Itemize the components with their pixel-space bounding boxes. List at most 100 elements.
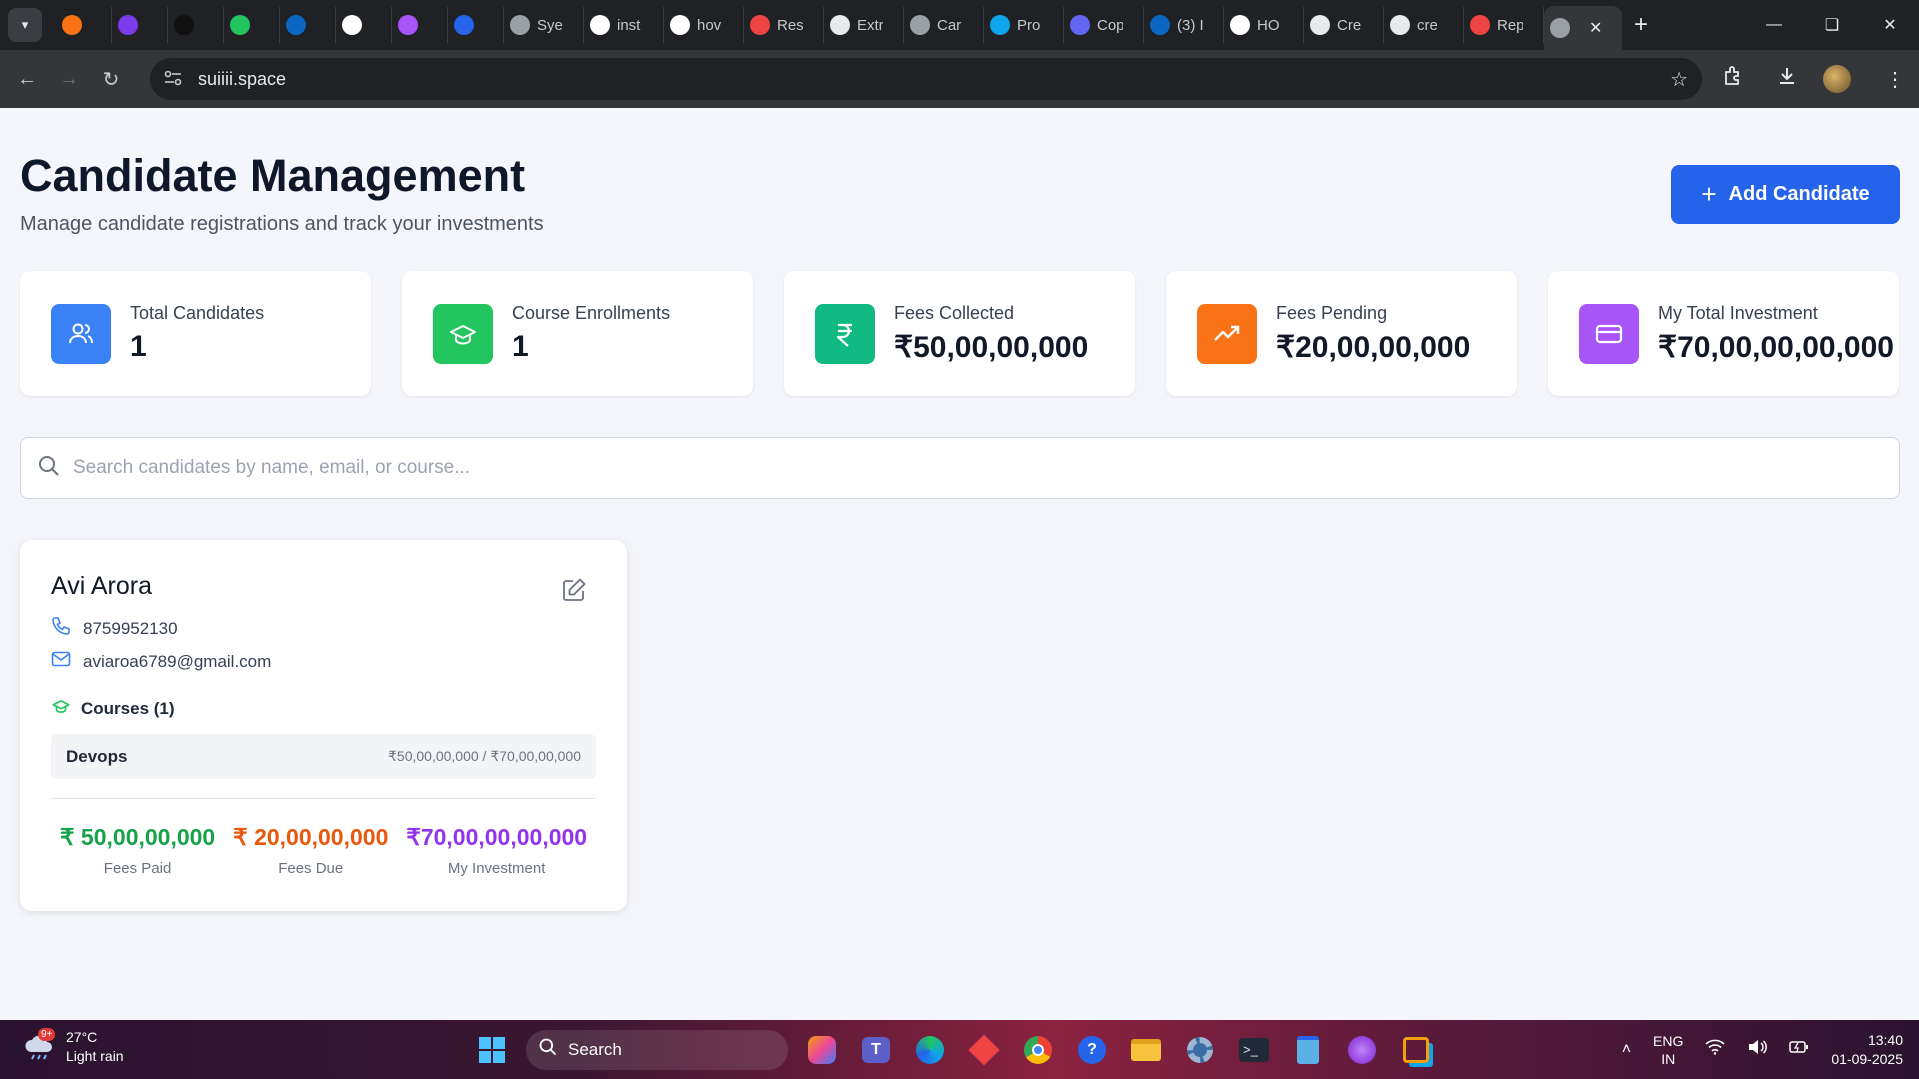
tab-search-dropdown[interactable]: ▾ (8, 8, 42, 42)
taskbar-apps: Search T ? >_ (472, 1020, 1436, 1079)
edit-icon[interactable] (561, 577, 587, 603)
browser-tab[interactable]: inst (584, 7, 664, 43)
browser-tab[interactable]: cre (1384, 7, 1464, 43)
site-info-icon[interactable] (164, 70, 188, 89)
fees-due-summary: ₹ 20,00,00,000 Fees Due (233, 824, 388, 877)
profile-avatar[interactable] (1823, 65, 1859, 93)
stat-value: 1 (130, 330, 147, 363)
browser-tab[interactable] (112, 7, 168, 43)
chevron-up-icon[interactable]: ˄ (1622, 1041, 1631, 1059)
volume-icon[interactable] (1747, 1039, 1768, 1060)
globe-icon (510, 15, 530, 35)
courses-heading-label: Courses (1) (81, 698, 175, 718)
google-icon (590, 15, 610, 35)
browser-tab[interactable]: Extr (824, 7, 904, 43)
system-tray: ˄ ENG IN 13:40 01-09-2025 (1622, 1020, 1903, 1079)
browser-tab[interactable]: Cop (1064, 7, 1144, 43)
file-explorer-icon[interactable] (1126, 1030, 1166, 1070)
browser-tab[interactable] (336, 7, 392, 43)
language-code: ENG (1653, 1032, 1684, 1049)
linkedin-icon (1150, 15, 1170, 35)
my-investment-amount: ₹70,00,00,00,000 (406, 824, 588, 850)
browser-tab[interactable]: HO (1224, 7, 1304, 43)
browser-tab[interactable]: Cre (1304, 7, 1384, 43)
weather-desc: Light rain (66, 1048, 124, 1064)
extensions-icon[interactable] (1715, 65, 1751, 93)
browser-tab[interactable]: Sye (504, 7, 584, 43)
browser-tab[interactable] (392, 7, 448, 43)
close-window-icon[interactable]: ✕ (1861, 0, 1919, 50)
purple-app-icon[interactable] (1342, 1030, 1382, 1070)
taskbar-search[interactable]: Search (526, 1029, 788, 1070)
bookmark-star-icon[interactable]: ☆ (1670, 67, 1688, 92)
stat-total-candidates: Total Candidates 1 (20, 271, 371, 396)
stat-value: 1 (512, 330, 529, 363)
plus-icon: + (1701, 179, 1717, 209)
windows-start-icon[interactable] (472, 1030, 512, 1070)
new-tab-button[interactable]: + (1634, 11, 1648, 39)
candidate-email: aviaroa6789@gmail.com (83, 651, 272, 671)
browser-tab[interactable]: Car (904, 7, 984, 43)
chrome-icon[interactable] (1018, 1030, 1058, 1070)
candidate-totals: ₹ 50,00,00,000 Fees Paid ₹ 20,00,00,000 … (51, 824, 596, 877)
teams-icon[interactable]: T (856, 1030, 896, 1070)
candidate-card[interactable]: Avi Arora 8759952130 aviaroa6789@gmail.c… (20, 540, 627, 911)
clock[interactable]: 13:40 01-09-2025 (1831, 1031, 1903, 1069)
my-investment-summary: ₹70,00,00,00,000 My Investment (406, 824, 587, 877)
linkedin-icon (286, 15, 306, 35)
browser-tab[interactable] (448, 7, 504, 43)
browser-tab[interactable]: Rep (1464, 7, 1544, 43)
browser-tab-title: Car (937, 16, 962, 34)
browser-tab-strip: ▾ Sye inst hov Res Extr Car Pro Cop (3) I HO Cre cr… (0, 0, 1919, 50)
weather-widget[interactable]: 9+ 27°C Light rain (22, 1028, 124, 1066)
browser-tab[interactable] (56, 7, 112, 43)
add-candidate-button[interactable]: + Add Candidate (1671, 165, 1900, 224)
notepad-icon[interactable] (1288, 1030, 1328, 1070)
graduation-cap-icon (433, 303, 493, 364)
virtual-machine-icon[interactable] (1396, 1030, 1436, 1070)
battery-icon[interactable] (1789, 1040, 1809, 1059)
weather-temp: 27°C (66, 1029, 98, 1045)
browser-tab-title: (3) I (1177, 16, 1203, 34)
restore-icon[interactable]: ❏ (1803, 0, 1861, 50)
add-candidate-label: Add Candidate (1728, 183, 1870, 205)
stat-total-investment: My Total Investment ₹70,00,00,00,000 (1548, 271, 1899, 396)
settings-icon[interactable] (1180, 1030, 1220, 1070)
stat-value: ₹20,00,00,000 (1276, 330, 1471, 364)
browser-tab[interactable]: (3) I (1144, 7, 1224, 43)
browser-tab-active[interactable]: ✕ (1544, 6, 1622, 50)
browser-tab-title: cre (1417, 16, 1438, 34)
info-icon (342, 15, 362, 35)
minimize-icon[interactable]: — (1745, 0, 1803, 50)
close-tab-icon[interactable]: ✕ (1589, 18, 1602, 38)
wifi-icon[interactable] (1705, 1039, 1725, 1060)
browser-tab[interactable] (224, 7, 280, 43)
help-icon[interactable]: ? (1072, 1030, 1112, 1070)
cre-icon (1310, 15, 1330, 35)
download-icon[interactable] (1769, 65, 1805, 93)
browser-tab-title: hov (697, 16, 722, 34)
browser-tab[interactable]: Res (744, 7, 824, 43)
copilot-icon[interactable] (802, 1030, 842, 1070)
address-bar[interactable]: suiiii.space ☆ (150, 58, 1702, 100)
openai-icon (830, 15, 850, 35)
stat-value: ₹70,00,00,00,000 (1658, 330, 1894, 364)
diamond-app-icon[interactable] (964, 1030, 1004, 1070)
search-input[interactable] (73, 457, 1773, 479)
edge-icon[interactable] (910, 1030, 950, 1070)
reload-icon[interactable]: ↻ (90, 58, 132, 100)
weather-badge: 9+ (38, 1028, 56, 1041)
candidate-phone-row: 8759952130 (51, 616, 178, 641)
browser-tab-title: Res (777, 16, 803, 34)
forward-icon[interactable]: → (48, 58, 90, 100)
back-icon[interactable]: ← (6, 58, 48, 100)
browser-menu-icon[interactable]: ⋮ (1877, 67, 1913, 92)
language-indicator[interactable]: ENG IN (1653, 1032, 1683, 1068)
browser-tab[interactable]: hov (664, 7, 744, 43)
browser-tab[interactable]: Pro (984, 7, 1064, 43)
fees-paid-summary: ₹ 50,00,00,000 Fees Paid (60, 824, 215, 877)
browser-tab[interactable] (168, 7, 224, 43)
browser-tab[interactable] (280, 7, 336, 43)
terminal-icon[interactable]: >_ (1234, 1030, 1274, 1070)
users-icon (51, 303, 111, 364)
